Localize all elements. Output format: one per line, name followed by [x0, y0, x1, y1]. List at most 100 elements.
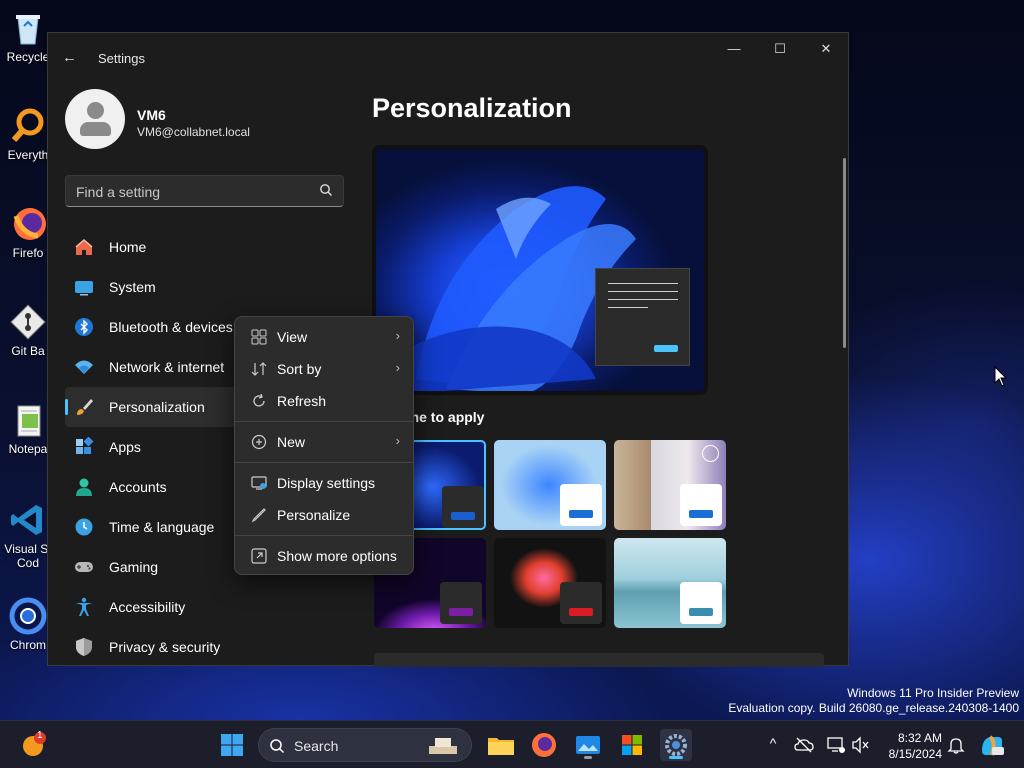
watermark-line-2: Evaluation copy. Build 26080.ge_release.… [728, 701, 1019, 715]
sidebar-item-system[interactable]: System [65, 267, 345, 307]
avatar-head [87, 102, 104, 119]
menu-item-view[interactable]: View › [239, 322, 410, 352]
clock-date: 8/15/2024 [888, 747, 942, 761]
maximize-button[interactable]: ☐ [764, 41, 796, 61]
mouse-cursor-icon [994, 365, 1008, 388]
scrollbar[interactable] [843, 158, 846, 348]
menu-item-refresh[interactable]: Refresh [239, 386, 410, 416]
search-placeholder: Find a setting [76, 184, 161, 200]
avatar-body [80, 122, 111, 136]
git-bash-icon [8, 302, 48, 342]
preview-line [608, 291, 678, 292]
sidebar-item-label: Accessibility [109, 599, 186, 615]
slideshow-icon [702, 445, 719, 462]
next-section-card [374, 653, 824, 667]
menu-item-label: New [277, 434, 306, 450]
sidebar-item-label: Home [109, 239, 147, 255]
menu-item-personalize[interactable]: Personalize [239, 500, 410, 530]
menu-item-label: Sort by [277, 361, 322, 377]
onedrive-offline-icon[interactable] [794, 735, 814, 755]
running-indicator [584, 756, 592, 759]
system-clock[interactable]: 8:32 AM 8/15/2024 [880, 730, 942, 762]
widgets-weather-icon[interactable]: 1 [18, 729, 50, 761]
notification-bell-icon[interactable] [946, 735, 966, 755]
volume-muted-icon[interactable] [851, 735, 871, 755]
theme-flow[interactable] [494, 538, 606, 628]
sidebar-item-privacy-security[interactable]: Privacy & security [65, 627, 345, 667]
start-button[interactable] [216, 729, 248, 761]
watermark-line-1: Windows 11 Pro Insider Preview [847, 686, 1019, 700]
tray-overflow-chevron-icon[interactable]: ^ [763, 735, 783, 755]
menu-divider [235, 535, 413, 536]
network-icon[interactable] [826, 735, 846, 755]
vscode-icon [8, 500, 48, 540]
settings-icon[interactable] [660, 729, 692, 761]
view-grid-icon [251, 329, 267, 345]
settings-window: ← Settings — ☐ ✕ VM6 VM6@collabnet.local… [47, 32, 849, 667]
preview-line [608, 299, 678, 300]
notification-badge: 1 [37, 730, 43, 741]
sidebar-item-label: Privacy & security [109, 639, 221, 655]
theme-accent-bar [569, 608, 593, 616]
minimize-button[interactable]: — [718, 41, 750, 61]
theme-accent-bar [451, 512, 475, 520]
menu-divider [235, 421, 413, 422]
theme-sunrise[interactable] [614, 538, 726, 628]
sidebar-item-label: Personalization [109, 399, 205, 415]
theme-windows-light[interactable] [494, 440, 606, 530]
menu-item-label: Show more options [277, 548, 397, 564]
close-button[interactable]: ✕ [810, 41, 842, 61]
chevron-right-icon: › [395, 360, 400, 375]
preview-line [608, 283, 678, 284]
clock-globe-icon [74, 517, 94, 537]
menu-item-label: Display settings [277, 475, 376, 491]
theme-preview [372, 145, 708, 395]
clock-time: 8:32 AM [897, 731, 942, 745]
accessibility-icon [74, 597, 94, 617]
bluetooth-icon [74, 317, 94, 337]
home-icon [74, 237, 94, 257]
taskbar-search-box[interactable]: Search [258, 728, 472, 762]
firefox-icon[interactable] [528, 729, 560, 761]
accounts-icon [74, 477, 94, 497]
menu-item-label: Refresh [277, 393, 327, 409]
sidebar-item-accessibility[interactable]: Accessibility [65, 587, 345, 627]
theme-chip [560, 582, 602, 624]
page-title: Personalization [372, 93, 572, 123]
theme-accent-bar [689, 608, 713, 616]
search-highlight-icon [425, 734, 461, 756]
taskbar-search-placeholder: Search [294, 738, 339, 754]
preview-line [608, 307, 648, 308]
find-setting-input[interactable]: Find a setting [65, 175, 344, 207]
sidebar-item-label: System [109, 279, 156, 295]
theme-captured-motion[interactable] [614, 440, 726, 530]
sidebar-item-home[interactable]: Home [65, 227, 345, 267]
paintbrush-icon [74, 397, 94, 417]
wifi-icon [74, 357, 94, 377]
sidebar-item-label: Time & language [109, 519, 215, 535]
avatar[interactable] [65, 89, 125, 149]
show-more-options-icon [251, 548, 267, 564]
chevron-right-icon: › [395, 433, 400, 448]
microsoft-store-icon[interactable] [616, 729, 648, 761]
sort-icon [251, 361, 267, 377]
firefox-icon [8, 204, 48, 244]
menu-item-sort-by[interactable]: Sort by › [239, 354, 410, 384]
photos-icon[interactable] [572, 729, 604, 761]
menu-item-new[interactable]: New › [239, 427, 410, 457]
search-icon [269, 738, 285, 754]
menu-item-show-more-options[interactable]: Show more options [239, 541, 410, 571]
everything-search-icon [8, 106, 48, 146]
new-plus-icon [251, 434, 267, 450]
sidebar-item-label: Accounts [109, 479, 167, 495]
profile-name: VM6 [137, 107, 166, 123]
copilot-icon[interactable] [978, 731, 1006, 759]
window-title: Settings [98, 51, 145, 66]
title-bar[interactable]: ← Settings — ☐ ✕ [48, 33, 848, 81]
preview-accent-button [654, 345, 678, 352]
file-explorer-icon[interactable] [485, 729, 517, 761]
preview-dialog [595, 268, 690, 366]
back-arrow-icon[interactable]: ← [62, 49, 80, 67]
profile-email: VM6@collabnet.local [137, 125, 250, 139]
menu-item-display-settings[interactable]: Display settings [239, 468, 410, 498]
